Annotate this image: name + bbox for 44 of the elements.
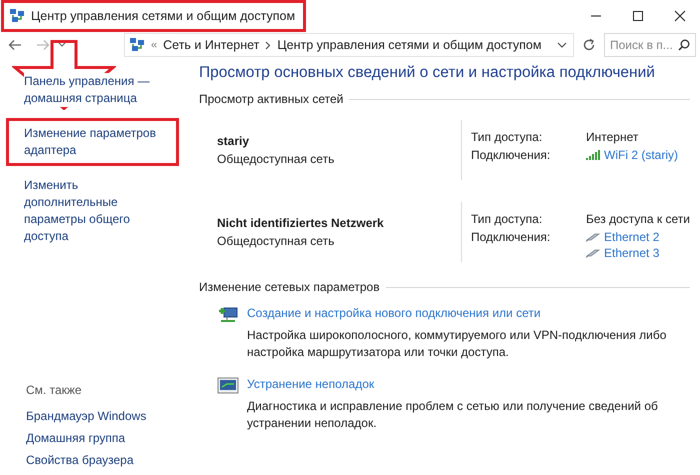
access-type-value: Без доступа к сети bbox=[586, 212, 690, 226]
breadcrumb-item[interactable]: Центр управления сетями и общим доступом bbox=[277, 38, 542, 52]
overflow-chevron[interactable]: « bbox=[151, 39, 158, 51]
action-link[interactable]: Создание и настройка нового подключения или сети bbox=[247, 306, 687, 320]
network-category: Общедоступная сеть bbox=[217, 234, 336, 248]
connections-label: Подключения: bbox=[471, 230, 552, 246]
window-title: Центр управления сетями и общим доступом bbox=[31, 9, 296, 23]
back-arrow-icon[interactable] bbox=[8, 39, 22, 51]
network-icon bbox=[9, 8, 25, 24]
connection-link[interactable]: Ethernet 2 bbox=[604, 230, 660, 244]
action-link[interactable]: Устранение неполадок bbox=[247, 377, 687, 391]
see-also-link[interactable]: Брандмауэр Windows bbox=[26, 408, 146, 425]
connection-link[interactable]: WiFi 2 (stariy) bbox=[604, 148, 678, 162]
network-name: Nicht identifiziertes Netzwerk bbox=[217, 216, 385, 230]
network-icon bbox=[129, 37, 145, 53]
connections-label: Подключения: bbox=[471, 148, 552, 162]
connection-link[interactable]: Ethernet 3 bbox=[604, 246, 660, 260]
access-type-label: Тип доступа: bbox=[471, 212, 544, 226]
access-type-value: Интернет bbox=[586, 130, 640, 144]
signal-bars-icon bbox=[586, 150, 600, 160]
see-also-link[interactable]: Свойства браузера bbox=[26, 452, 134, 469]
section-title: Просмотр активных сетей bbox=[199, 92, 344, 106]
network-add-icon bbox=[217, 305, 239, 325]
chevron-icon bbox=[265, 40, 272, 50]
breadcrumb-item[interactable]: Сеть и Интернет bbox=[163, 38, 260, 52]
dropdown-caret-icon[interactable] bbox=[557, 42, 567, 48]
network-category: Общедоступная сеть bbox=[217, 152, 336, 166]
search-icon bbox=[678, 39, 690, 51]
close-icon[interactable] bbox=[674, 10, 686, 22]
maximize-icon[interactable] bbox=[632, 10, 644, 22]
action-description: Диагностика и исправление проблем с сетью или получение сведений об устранении неполадок. bbox=[247, 398, 659, 432]
search-field[interactable]: Поиск в п... bbox=[604, 33, 696, 57]
access-type-label: Тип доступа: bbox=[471, 130, 544, 144]
address-field[interactable]: « Сеть и Интернет Центр управления сетями и общим доступом bbox=[124, 33, 574, 57]
refresh-icon[interactable] bbox=[582, 38, 596, 52]
network-name: stariy bbox=[217, 134, 250, 148]
page-heading: Просмотр основных сведений о сети и настройка подключений bbox=[199, 64, 656, 82]
see-also-heading: См. также bbox=[26, 383, 83, 397]
monitor-icon bbox=[217, 376, 239, 396]
section-title: Изменение сетевых параметров bbox=[199, 280, 380, 294]
caret-icon[interactable] bbox=[58, 42, 66, 48]
ethernet-plug-icon bbox=[586, 248, 600, 258]
action-description: Настройка широкополосного, коммутируемого или VPN-подключения либо настройка маршрутизатора или точки доступа. bbox=[247, 327, 668, 361]
ethernet-plug-icon bbox=[586, 232, 600, 242]
